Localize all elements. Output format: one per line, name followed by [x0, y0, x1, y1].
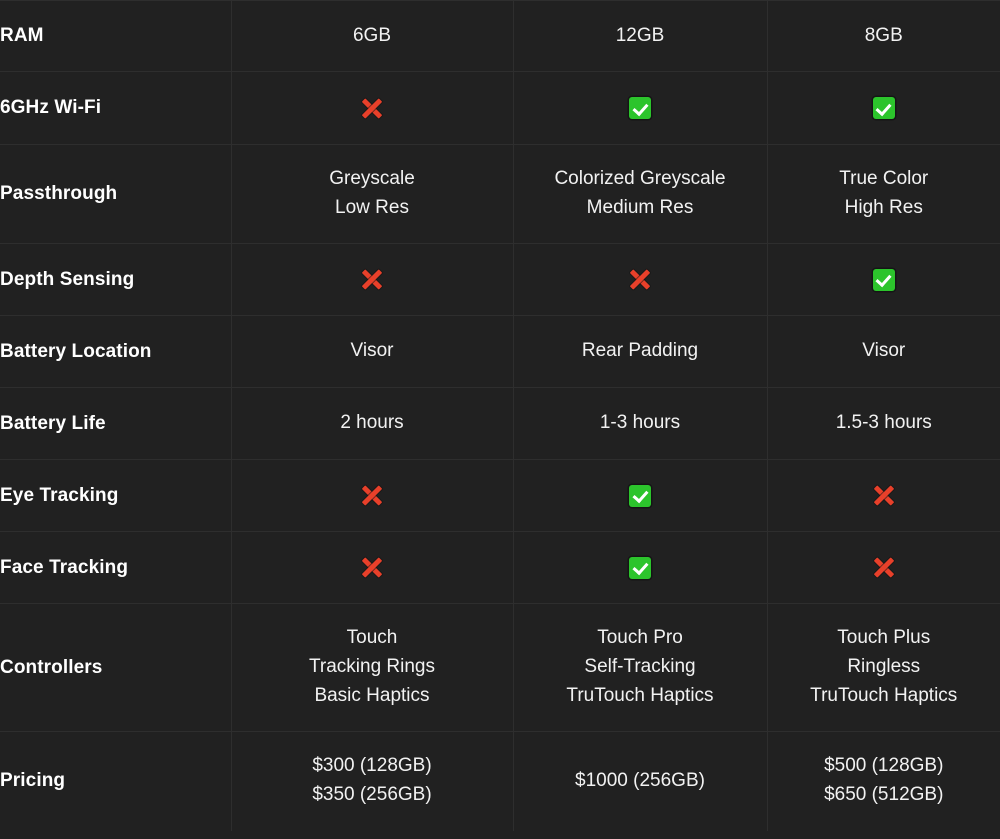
cell-text-line: 1-3 hours [599, 412, 681, 434]
cell-text-line: $350 (256GB) [312, 784, 432, 806]
cross-icon [361, 557, 383, 579]
cell-text-line: $500 (128GB) [824, 755, 944, 777]
table-row: Eye Tracking [0, 459, 1000, 532]
check-icon [629, 97, 651, 119]
cell-text-line: Visor [350, 340, 394, 362]
cell-pricing-col3: $500 (128GB) $650 (512GB) [767, 731, 1000, 831]
spec-comparison-table: RAM 6GB 12GB 8GB 6GHz Wi-Fi Passthrough … [0, 0, 1000, 831]
cell-text-line: Basic Haptics [314, 684, 430, 706]
cell-text-line: Touch Pro [597, 627, 683, 649]
cell-passthrough-col3: True Color High Res [767, 144, 1000, 244]
cell-text-line: Touch [346, 627, 398, 649]
cell-text-line: 1.5-3 hours [835, 412, 932, 434]
cell-passthrough-col1: Greyscale Low Res [231, 144, 514, 244]
table-row: 6GHz Wi-Fi [0, 71, 1000, 145]
row-label-pricing: Pricing [0, 731, 232, 831]
cross-icon [361, 485, 383, 507]
cell-text-line: $1000 (256GB) [575, 769, 705, 791]
row-label-passthrough: Passthrough [0, 144, 232, 244]
cell-controllers-col2: Touch Pro Self-Tracking TruTouch Haptics [513, 603, 768, 732]
cell-pricing-col1: $300 (128GB) $350 (256GB) [231, 731, 514, 831]
cross-icon [873, 485, 895, 507]
cell-battery-life-col3: 1.5-3 hours [767, 387, 1000, 460]
row-label-eye-tracking: Eye Tracking [0, 459, 232, 532]
cell-depth-col2 [513, 243, 768, 316]
row-label-battery-life: Battery Life [0, 387, 232, 460]
cell-battery-loc-col1: Visor [231, 315, 514, 388]
cell-ram-col2: 12GB [513, 0, 768, 72]
row-label-ram: RAM [0, 0, 232, 72]
cell-text-line: $300 (128GB) [312, 755, 432, 777]
table-row: Face Tracking [0, 531, 1000, 604]
cell-depth-col1 [231, 243, 514, 316]
cross-icon [361, 97, 383, 119]
cell-text-line: Visor [862, 340, 906, 362]
cross-icon [873, 557, 895, 579]
table-row: Controllers Touch Tracking Rings Basic H… [0, 603, 1000, 732]
cell-text-line: TruTouch Haptics [810, 684, 958, 706]
cell-text-line: Ringless [847, 656, 921, 678]
cell-wifi-col2 [513, 71, 768, 145]
row-label-6ghz-wifi: 6GHz Wi-Fi [0, 71, 232, 145]
cell-face-tracking-col3 [767, 531, 1000, 604]
cell-ram-col3: 8GB [767, 0, 1000, 72]
cell-text-line: Rear Padding [581, 340, 699, 362]
table-row: Passthrough Greyscale Low Res Colorized … [0, 144, 1000, 244]
row-label-battery-location: Battery Location [0, 315, 232, 388]
cell-wifi-col1 [231, 71, 514, 145]
cell-eye-tracking-col1 [231, 459, 514, 532]
table-row: Pricing $300 (128GB) $350 (256GB) $1000 … [0, 731, 1000, 831]
cell-battery-loc-col3: Visor [767, 315, 1000, 388]
cell-text-line: 2 hours [340, 412, 404, 434]
check-icon [872, 268, 895, 291]
cross-icon [629, 269, 651, 291]
cell-depth-col3 [767, 243, 1000, 316]
cell-text-line: Touch Plus [837, 627, 931, 649]
row-label-depth-sensing: Depth Sensing [0, 243, 232, 316]
cell-eye-tracking-col2 [513, 459, 768, 532]
cell-wifi-col3 [767, 71, 1000, 145]
cell-controllers-col3: Touch Plus Ringless TruTouch Haptics [767, 603, 1000, 732]
cell-pricing-col2: $1000 (256GB) [513, 731, 768, 831]
cell-text-line: Tracking Rings [308, 656, 435, 678]
cell-text-line: Self-Tracking [584, 656, 696, 678]
cell-battery-life-col2: 1-3 hours [513, 387, 768, 460]
check-icon [629, 556, 651, 579]
cell-text-line: 6GB [352, 24, 392, 46]
cell-text-line: Low Res [335, 197, 409, 218]
cell-battery-loc-col2: Rear Padding [513, 315, 768, 388]
table-row: Battery Life 2 hours 1-3 hours 1.5-3 hou… [0, 387, 1000, 460]
cell-text-line: 12GB [615, 24, 665, 46]
cell-controllers-col1: Touch Tracking Rings Basic Haptics [231, 603, 514, 732]
check-icon [629, 484, 651, 507]
cell-text-line: True Color [839, 168, 929, 190]
cell-text-line: Medium Res [586, 197, 694, 218]
cross-icon [361, 269, 383, 291]
spec-table-body: RAM 6GB 12GB 8GB 6GHz Wi-Fi Passthrough … [0, 0, 1000, 831]
cell-eye-tracking-col3 [767, 459, 1000, 532]
cell-text-line: 8GB [864, 24, 903, 46]
cell-battery-life-col1: 2 hours [231, 387, 514, 460]
cell-text-line: Colorized Greyscale [554, 168, 726, 190]
cell-passthrough-col2: Colorized Greyscale Medium Res [513, 144, 768, 244]
table-row: Battery Location Visor Rear Padding Viso… [0, 315, 1000, 388]
cell-face-tracking-col1 [231, 531, 514, 604]
cell-text-line: TruTouch Haptics [566, 684, 714, 706]
cell-face-tracking-col2 [513, 531, 768, 604]
check-icon [872, 97, 895, 119]
table-row: Depth Sensing [0, 243, 1000, 316]
cell-ram-col1: 6GB [231, 0, 514, 72]
table-row: RAM 6GB 12GB 8GB [0, 0, 1000, 72]
cell-text-line: Greyscale [329, 168, 415, 190]
row-label-controllers: Controllers [0, 603, 232, 732]
cell-text-line: High Res [844, 197, 923, 218]
row-label-face-tracking: Face Tracking [0, 531, 232, 604]
cell-text-line: $650 (512GB) [824, 784, 944, 806]
